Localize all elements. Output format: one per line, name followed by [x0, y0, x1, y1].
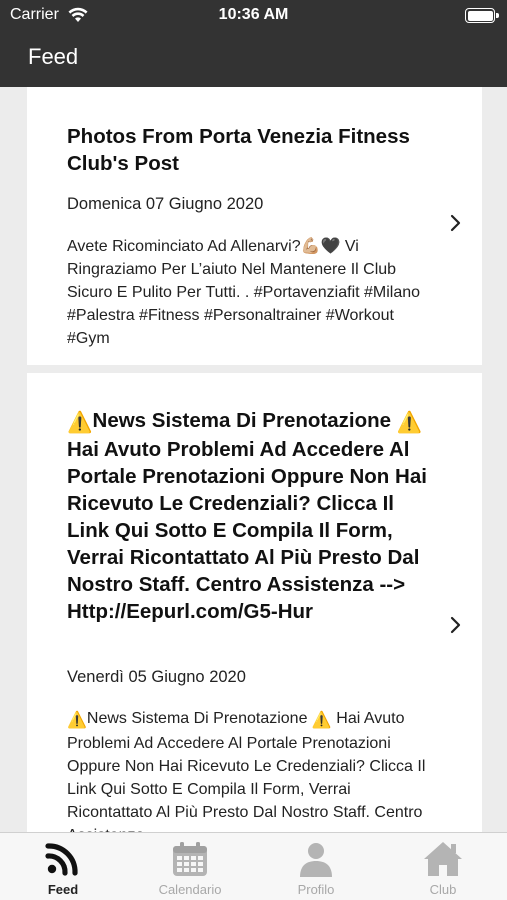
warning-icon: ⚠️: [396, 411, 423, 434]
tab-profilo[interactable]: Profilo: [253, 833, 379, 900]
feed-list[interactable]: Photos From Porta Venezia Fitness Club's…: [0, 87, 507, 832]
tab-label: Profilo: [297, 882, 335, 897]
tab-club[interactable]: Club: [380, 833, 506, 900]
feed-card-date: Venerdì 05 Giugno 2020: [67, 668, 246, 686]
warning-icon: ⚠️: [67, 712, 87, 729]
chevron-right-icon: [450, 214, 461, 232]
feed-card-title-part2: Hai Avuto Problemi Ad Accedere Al Portal…: [67, 438, 427, 623]
tab-label: Feed: [47, 882, 79, 897]
feed-card-title: ⚠️News Sistema Di Prenotazione ⚠️ Hai Av…: [67, 407, 427, 625]
status-time: 10:36 AM: [218, 6, 289, 23]
feed-card-body: ⚠️News Sistema Di Prenotazione ⚠️ Hai Av…: [67, 707, 427, 832]
app-header: Carrier 10:36 AM Feed: [0, 0, 507, 87]
tab-label: Club: [429, 882, 457, 897]
feed-card-title-part1: News Sistema Di Prenotazione: [92, 409, 392, 432]
tab-feed[interactable]: Feed: [0, 833, 126, 900]
tab-label: Calendario: [158, 882, 222, 897]
tab-bar: Feed Calendario Profilo Club: [0, 832, 507, 900]
warning-icon: ⚠️: [67, 411, 93, 434]
feed-card-date: Domenica 07 Giugno 2020: [67, 195, 264, 213]
feed-card-body-part2: Hai Avuto Problemi Ad Accedere Al Portal…: [67, 710, 426, 832]
warning-icon: ⚠️: [311, 712, 332, 729]
tab-calendario[interactable]: Calendario: [127, 833, 253, 900]
feed-card-body-part1: News Sistema Di Prenotazione: [86, 710, 308, 727]
feed-card[interactable]: ⚠️News Sistema Di Prenotazione ⚠️ Hai Av…: [27, 373, 482, 832]
status-bar: Carrier 10:36 AM: [0, 0, 507, 32]
page-title: Feed: [28, 44, 79, 69]
calendar-icon: [173, 842, 207, 876]
battery-icon: [465, 8, 499, 23]
home-icon: [424, 842, 462, 876]
rss-icon: [45, 843, 78, 876]
feed-card-title: Photos From Porta Venezia Fitness Club's…: [67, 125, 410, 175]
feed-card[interactable]: Photos From Porta Venezia Fitness Club's…: [27, 87, 482, 365]
person-icon: [300, 843, 332, 877]
chevron-right-icon: [450, 616, 461, 634]
feed-card-body: Avete Ricominciato Ad Allenarvi?💪🏼🖤 Vi R…: [67, 238, 421, 347]
